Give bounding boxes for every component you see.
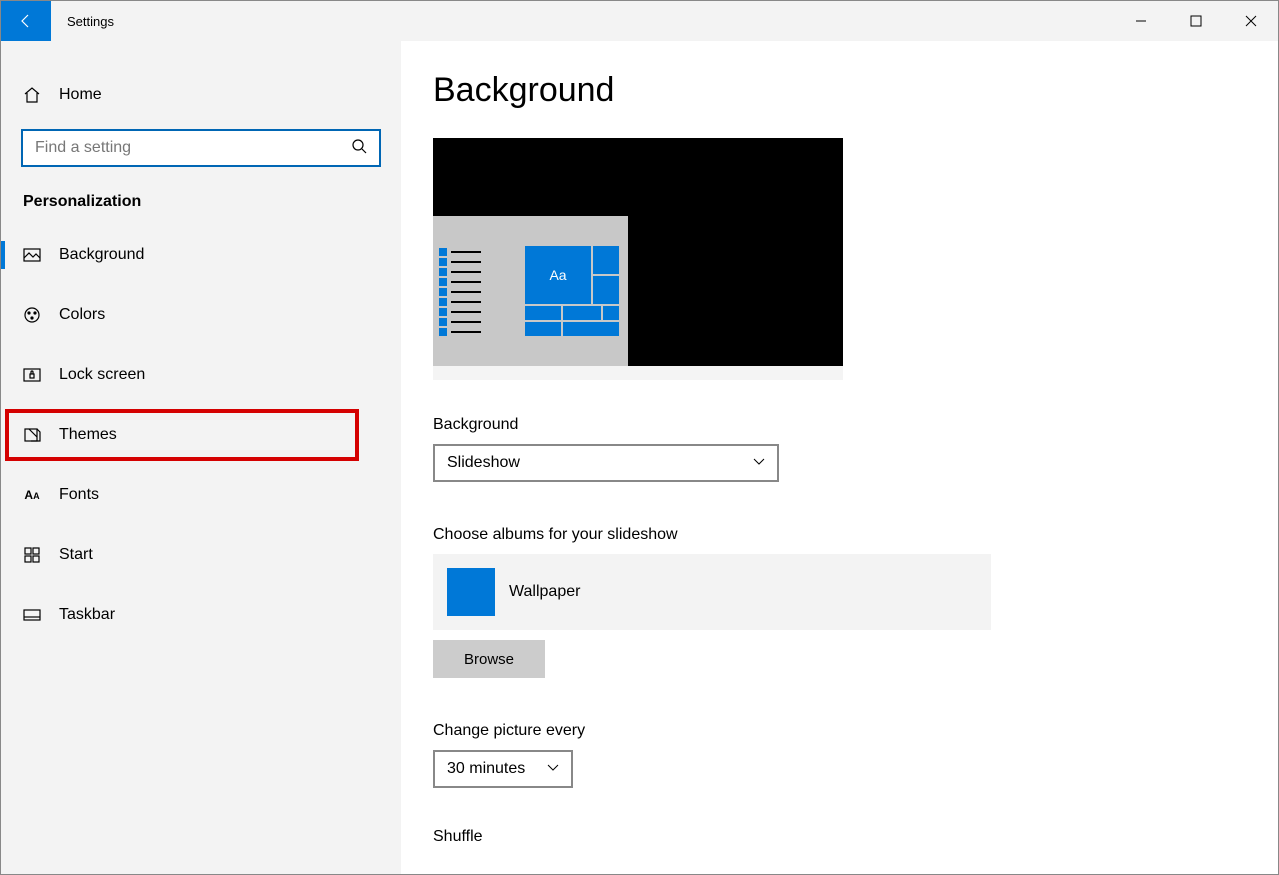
browse-button[interactable]: Browse [433, 640, 545, 678]
interval-label: Change picture every [433, 722, 1278, 740]
sidebar-item-label: Background [59, 246, 144, 264]
sidebar-item-label: Start [59, 546, 93, 564]
window-title: Settings [51, 1, 130, 41]
interval-dropdown[interactable]: 30 minutes [433, 750, 573, 788]
shuffle-label: Shuffle [433, 828, 1278, 846]
home-nav[interactable]: Home [1, 71, 401, 119]
taskbar-icon [23, 609, 41, 621]
chevron-down-icon [547, 764, 559, 775]
background-type-label: Background [433, 416, 1278, 434]
background-type-dropdown[interactable]: Slideshow [433, 444, 779, 482]
start-icon [23, 547, 41, 563]
sidebar-item-label: Colors [59, 306, 105, 324]
preview-text-tile: Aa [525, 246, 591, 304]
fonts-icon: AA [23, 488, 41, 502]
home-icon [23, 86, 41, 104]
album-name: Wallpaper [509, 583, 580, 601]
sidebar-item-background[interactable]: Background [1, 231, 401, 279]
section-header: Personalization [1, 185, 401, 231]
albums-label: Choose albums for your slideshow [433, 526, 1278, 544]
sidebar-item-start[interactable]: Start [1, 531, 401, 579]
sidebar-item-lock-screen[interactable]: Lock screen [1, 351, 401, 399]
maximize-button[interactable] [1168, 1, 1223, 41]
home-label: Home [59, 86, 102, 104]
sidebar: Home Personalization Background Colors [1, 41, 401, 874]
close-button[interactable] [1223, 1, 1278, 41]
sidebar-item-label: Taskbar [59, 606, 115, 624]
sidebar-item-label: Lock screen [59, 366, 145, 384]
sidebar-item-themes[interactable]: Themes [7, 411, 357, 459]
album-thumbnail [447, 568, 495, 616]
page-title: Background [433, 71, 1278, 110]
sidebar-item-label: Themes [59, 426, 117, 444]
sidebar-item-colors[interactable]: Colors [1, 291, 401, 339]
search-input[interactable] [35, 139, 351, 157]
titlebar: Settings [1, 1, 1278, 41]
search-input-container[interactable] [21, 129, 381, 167]
background-preview: Aa [433, 138, 843, 366]
back-button[interactable] [1, 1, 51, 41]
minimize-button[interactable] [1113, 1, 1168, 41]
sidebar-item-fonts[interactable]: AA Fonts [1, 471, 401, 519]
album-item[interactable]: Wallpaper [433, 554, 991, 630]
lock-screen-icon [23, 368, 41, 382]
content-pane: Background Aa [401, 41, 1278, 874]
chevron-down-icon [753, 458, 765, 469]
themes-icon [23, 426, 41, 444]
palette-icon [23, 306, 41, 324]
window-controls [1113, 1, 1278, 41]
sidebar-item-label: Fonts [59, 486, 99, 504]
sidebar-item-taskbar[interactable]: Taskbar [1, 591, 401, 639]
search-icon [351, 138, 367, 159]
dropdown-value: 30 minutes [447, 760, 525, 778]
picture-icon [23, 248, 41, 262]
dropdown-value: Slideshow [447, 454, 520, 472]
